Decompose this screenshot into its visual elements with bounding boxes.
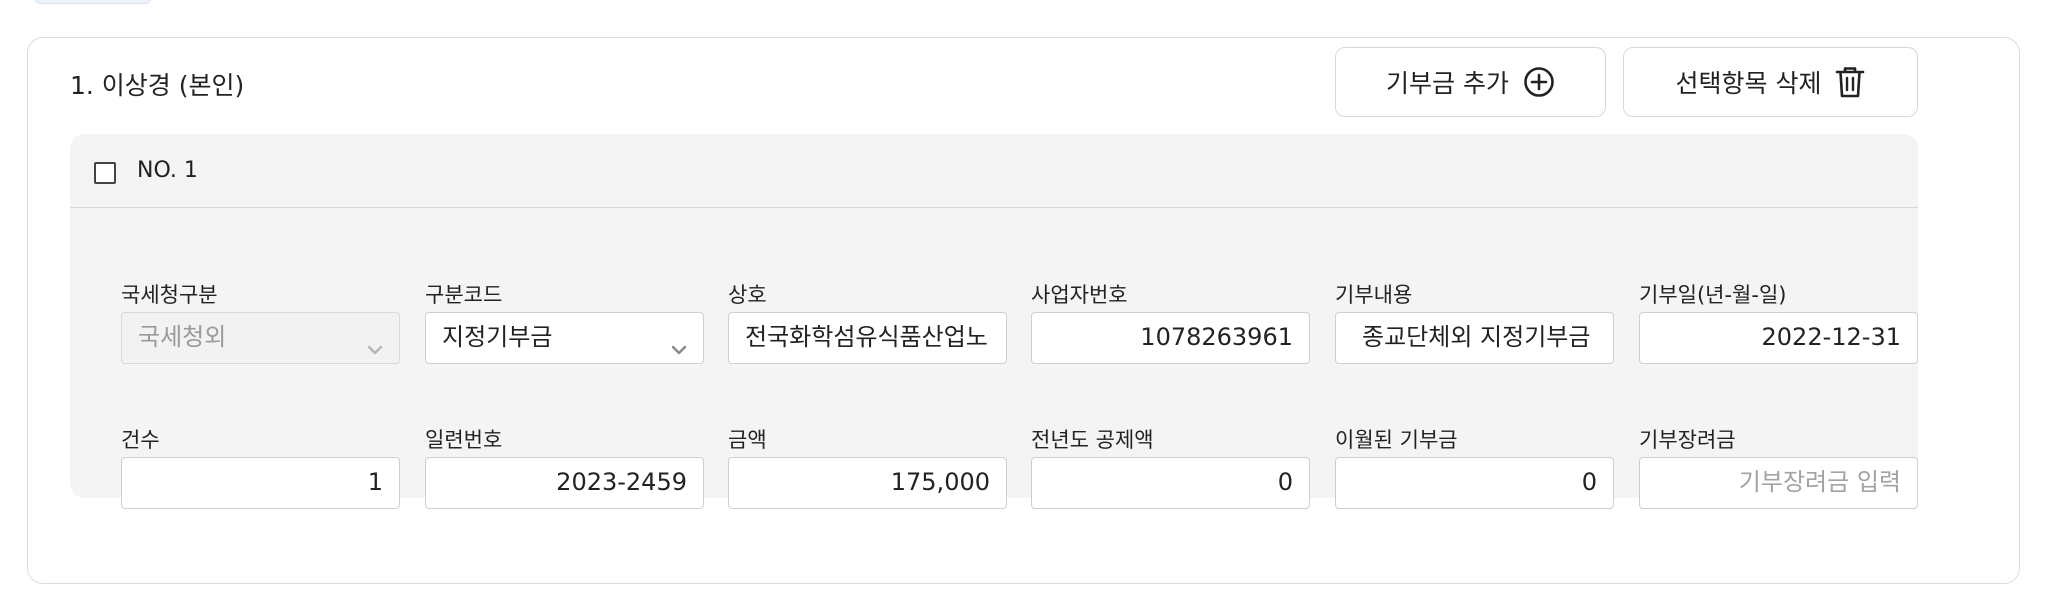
business-number-field: 사업자번호 1078263961 — [1031, 280, 1310, 364]
carried-over-field: 이월된 기부금 0 — [1335, 425, 1614, 509]
donation-content-label: 기부내용 — [1335, 283, 1413, 307]
entry-number: NO. 1 — [137, 158, 198, 183]
donation-content-input[interactable]: 종교단체외 지정기부금 — [1335, 312, 1614, 364]
amount-field: 금액 175,000 — [728, 425, 1007, 509]
count-label: 건수 — [121, 428, 160, 452]
serial-number-label: 일련번호 — [425, 428, 503, 452]
donation-date-field: 기부일(년-월-일) 2022-12-31 — [1639, 280, 1918, 364]
count-input[interactable]: 1 — [121, 457, 400, 509]
prev-year-deduction-field: 전년도 공제액 0 — [1031, 425, 1310, 509]
nts-category-value: 국세청외 — [138, 323, 227, 351]
add-donation-button[interactable]: 기부금 추가 — [1335, 47, 1606, 117]
delete-selected-button[interactable]: 선택항목 삭제 — [1623, 47, 1918, 117]
person-title: 1. 이상경 (본인) — [70, 71, 245, 100]
chevron-down-icon — [365, 328, 385, 363]
top-tab-remnant[interactable] — [34, 0, 152, 4]
company-name-input[interactable]: 전국화학섬유식품산업노 — [728, 312, 1007, 364]
carried-over-input[interactable]: 0 — [1335, 457, 1614, 509]
company-name-field: 상호 전국화학섬유식품산업노 — [728, 280, 1007, 364]
donation-date-input[interactable]: 2022-12-31 — [1639, 312, 1918, 364]
incentive-input[interactable]: 기부장려금 입력 — [1639, 457, 1918, 509]
donation-content-field: 기부내용 종교단체외 지정기부금 — [1335, 280, 1614, 364]
add-donation-label: 기부금 추가 — [1386, 69, 1509, 98]
chevron-down-icon — [669, 328, 689, 363]
incentive-field: 기부장려금 기부장려금 입력 — [1639, 425, 1918, 509]
prev-year-deduction-label: 전년도 공제액 — [1031, 428, 1154, 452]
nts-category-label: 국세청구분 — [121, 283, 218, 307]
donation-date-label: 기부일(년-월-일) — [1639, 283, 1787, 307]
serial-number-input[interactable]: 2023-2459 — [425, 457, 704, 509]
category-code-field: 구분코드 지정기부금 — [425, 280, 704, 364]
delete-selected-label: 선택항목 삭제 — [1675, 69, 1822, 98]
count-field: 건수 1 — [121, 425, 400, 509]
business-number-label: 사업자번호 — [1031, 283, 1128, 307]
category-code-select[interactable]: 지정기부금 — [425, 312, 704, 364]
amount-input[interactable]: 175,000 — [728, 457, 1007, 509]
serial-number-field: 일련번호 2023-2459 — [425, 425, 704, 509]
entry-select-checkbox[interactable] — [94, 162, 116, 184]
company-name-label: 상호 — [728, 283, 767, 307]
category-code-label: 구분코드 — [425, 283, 503, 307]
plus-circle-icon — [1523, 66, 1555, 98]
prev-year-deduction-input[interactable]: 0 — [1031, 457, 1310, 509]
amount-label: 금액 — [728, 428, 767, 452]
trash-icon — [1835, 65, 1865, 99]
category-code-value: 지정기부금 — [442, 323, 553, 351]
carried-over-label: 이월된 기부금 — [1335, 428, 1458, 452]
entry-header: NO. 1 — [70, 134, 1918, 208]
incentive-label: 기부장려금 — [1639, 428, 1736, 452]
business-number-input[interactable]: 1078263961 — [1031, 312, 1310, 364]
nts-category-field: 국세청구분 국세청외 — [121, 280, 400, 364]
nts-category-select[interactable]: 국세청외 — [121, 312, 400, 364]
